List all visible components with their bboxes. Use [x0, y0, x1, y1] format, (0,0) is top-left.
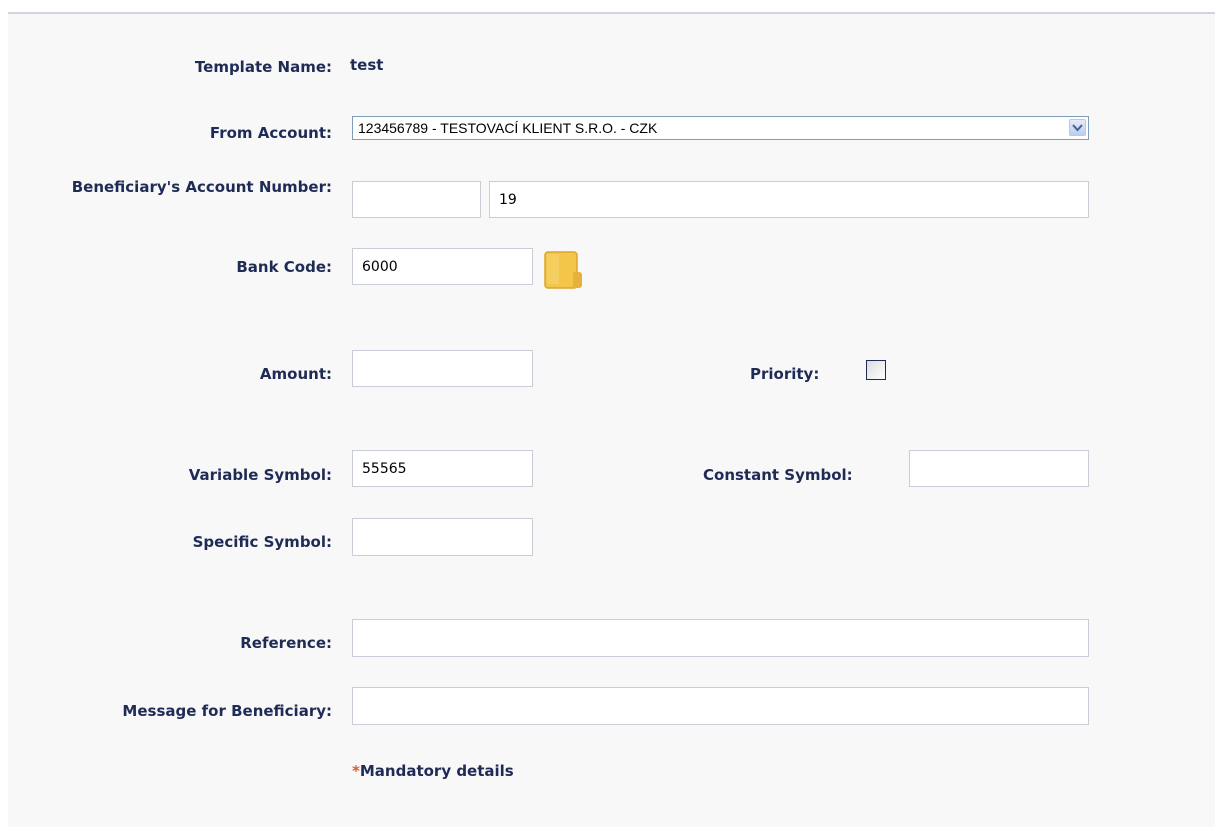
chevron-down-icon[interactable]	[1069, 119, 1086, 136]
reference-label: Reference:	[240, 634, 332, 652]
variable-symbol-input[interactable]: 55565	[352, 450, 533, 487]
account-number-input[interactable]: 19	[489, 181, 1089, 218]
account-prefix-input[interactable]	[352, 181, 481, 218]
priority-checkbox[interactable]	[866, 360, 886, 380]
from-account-label: From Account:	[209, 124, 332, 142]
bank-code-label: Bank Code:	[236, 258, 332, 276]
required-star: *	[352, 762, 360, 780]
folder-icon[interactable]	[543, 250, 585, 294]
amount-input[interactable]	[352, 350, 533, 387]
specific-symbol-label: Specific Symbol:	[192, 533, 332, 551]
reference-input[interactable]	[352, 619, 1089, 657]
bank-code-input[interactable]: 6000	[352, 248, 533, 285]
priority-label: Priority:	[750, 365, 820, 383]
from-account-select[interactable]: 123456789 - TESTOVACÍ KLIENT S.R.O. - CZ…	[352, 116, 1089, 140]
mandatory-note-text: Mandatory details	[359, 762, 514, 780]
template-name-label: Template Name:	[194, 58, 332, 76]
from-account-selected-value: 123456789 - TESTOVACÍ KLIENT S.R.O. - CZ…	[358, 120, 658, 136]
mandatory-note: *Mandatory details	[352, 762, 514, 780]
template-name-value: test	[350, 56, 384, 74]
message-input[interactable]	[352, 687, 1089, 725]
beneficiary-account-label: Beneficiary's Account Number:	[71, 178, 332, 196]
variable-symbol-label: Variable Symbol:	[188, 466, 332, 484]
constant-symbol-label: Constant Symbol:	[703, 466, 853, 484]
constant-symbol-input[interactable]	[909, 450, 1089, 487]
amount-label: Amount:	[259, 365, 332, 383]
specific-symbol-input[interactable]	[352, 518, 533, 556]
message-label: Message for Beneficiary:	[122, 702, 332, 720]
